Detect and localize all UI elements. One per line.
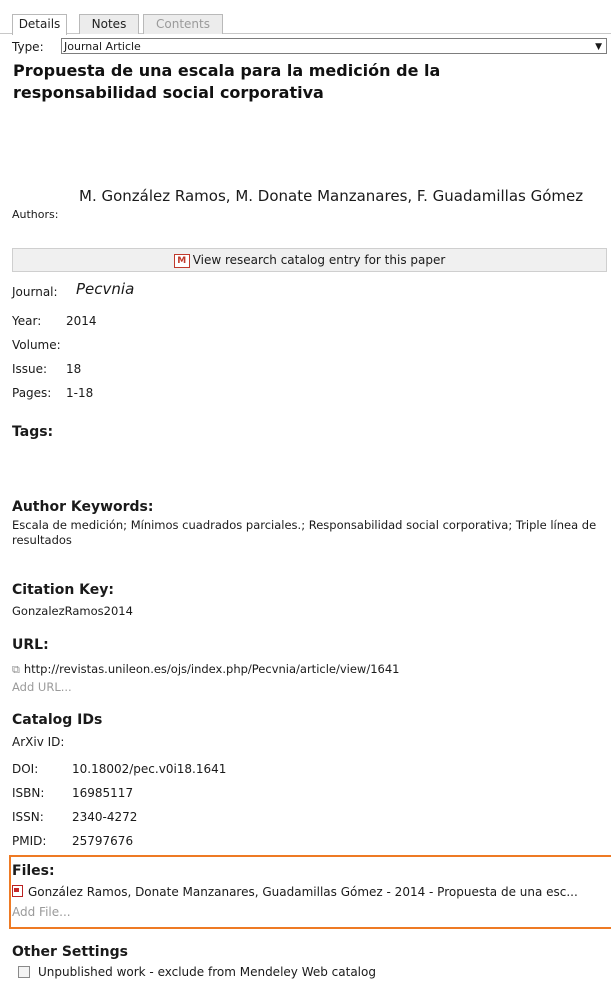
url-heading: URL: [12,637,49,653]
authors-label: Authors: [12,208,59,221]
files-heading: Files: [12,863,55,879]
isbn-value[interactable]: 16985117 [72,786,133,800]
pdf-file-icon [12,885,23,897]
doi-value[interactable]: 10.18002/pec.v0i18.1641 [72,762,226,776]
tags-heading: Tags: [12,424,54,440]
document-title[interactable]: Propuesta de una escala para la medición… [13,60,573,104]
unpublished-label[interactable]: Unpublished work - exclude from Mendeley… [38,965,376,980]
tab-notes[interactable]: Notes [79,14,139,34]
author-keywords-value[interactable]: Escala de medición; Mínimos cuadrados pa… [12,518,602,548]
isbn-label: ISBN: [12,786,45,800]
year-value[interactable]: 2014 [66,314,97,328]
volume-label: Volume: [12,338,61,352]
arxiv-label: ArXiv ID: [12,735,65,749]
tab-contents[interactable]: Contents [143,14,223,34]
other-settings-heading: Other Settings [12,944,128,960]
type-label: Type: [12,40,44,54]
mendeley-icon: M [173,253,190,268]
pmid-value[interactable]: 25797676 [72,834,133,848]
unpublished-checkbox[interactable] [18,966,30,978]
year-label: Year: [12,314,42,328]
authors-value[interactable]: M. González Ramos, M. Donate Manzanares,… [79,186,599,207]
catalog-ids-heading: Catalog IDs [12,712,103,728]
issn-value[interactable]: 2340-4272 [72,810,137,824]
issue-value[interactable]: 18 [66,362,81,376]
citation-key-heading: Citation Key: [12,582,114,598]
file-row[interactable]: González Ramos, Donate Manzanares, Guada… [12,885,611,900]
citation-key-value[interactable]: GonzalezRamos2014 [12,604,133,619]
external-link-icon[interactable]: ⧉ [12,663,20,676]
pmid-label: PMID: [12,834,47,848]
view-catalog-entry-label: View research catalog entry for this pap… [192,253,446,267]
file-name[interactable]: González Ramos, Donate Manzanares, Guada… [28,885,578,899]
add-url-link[interactable]: Add URL... [12,680,72,695]
chevron-down-icon[interactable]: ▼ [595,39,602,55]
tab-bar: Details Notes Contents [0,0,611,35]
pages-label: Pages: [12,386,52,400]
tab-details[interactable]: Details [12,14,67,35]
type-select[interactable]: Journal Article ▼ [61,38,607,54]
author-keywords-heading: Author Keywords: [12,499,154,515]
url-value[interactable]: http://revistas.unileon.es/ojs/index.php… [24,662,400,676]
url-row[interactable]: ⧉ http://revistas.unileon.es/ojs/index.ph… [12,662,399,677]
type-select-value: Journal Article [64,40,141,53]
doi-label: DOI: [12,762,39,776]
issue-label: Issue: [12,362,48,376]
journal-label: Journal: [12,285,58,299]
journal-value[interactable]: Pecvnia [76,280,134,298]
view-catalog-entry-button[interactable]: M View research catalog entry for this pa… [12,248,607,272]
add-file-link[interactable]: Add File... [12,905,71,920]
pages-value[interactable]: 1-18 [66,386,93,400]
issn-label: ISSN: [12,810,44,824]
